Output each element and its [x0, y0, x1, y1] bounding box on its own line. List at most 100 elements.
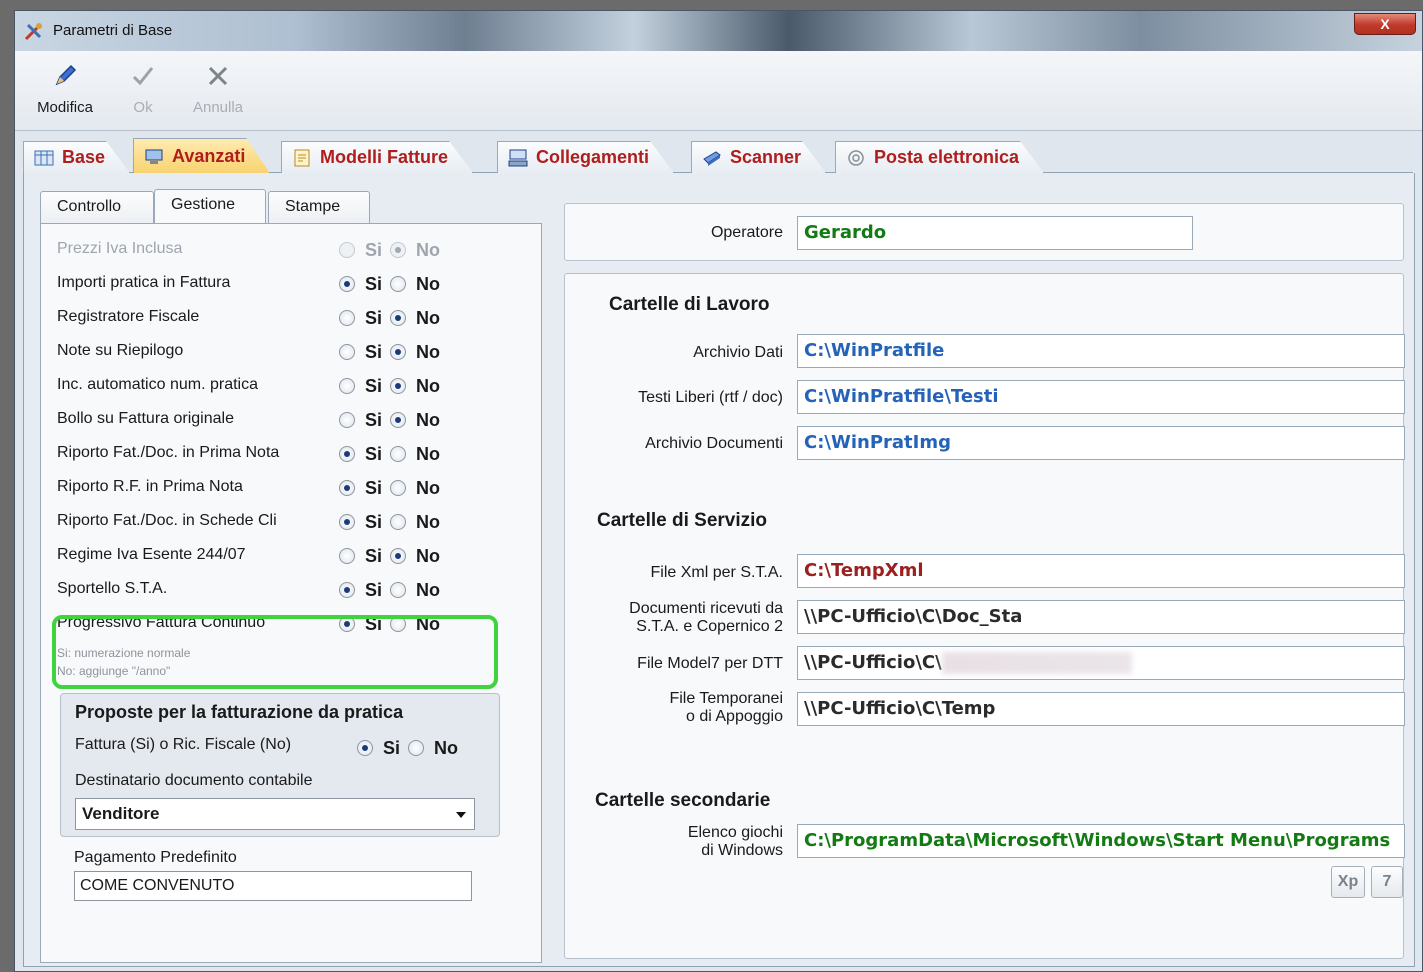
- xml-field[interactable]: C:\TempXml: [797, 554, 1405, 588]
- operatore-panel: Operatore Gerardo: [564, 203, 1404, 261]
- testi-liberi-label: Testi Liberi (rtf / doc): [638, 389, 783, 406]
- option-si-label: Si: [365, 307, 383, 328]
- highlight-frame: [52, 615, 498, 689]
- option-no-radio[interactable]: [390, 276, 407, 292]
- option-label: Riporto Fat./Doc. in Prima Nota: [57, 444, 280, 461]
- ok-label: Ok: [133, 99, 153, 116]
- option-no-radio[interactable]: [390, 412, 407, 428]
- option-si-radio[interactable]: [339, 548, 355, 564]
- operatore-field[interactable]: Gerardo: [797, 216, 1193, 250]
- annulla-button[interactable]: Annulla: [183, 59, 253, 116]
- archivio-documenti-field[interactable]: C:\WinPratImg: [797, 426, 1405, 460]
- option-no-radio[interactable]: [390, 378, 407, 394]
- option-no-radio[interactable]: [390, 548, 407, 564]
- option-si-radio[interactable]: [339, 344, 355, 360]
- option-no-radio[interactable]: [390, 242, 407, 258]
- testi-liberi-field[interactable]: C:\WinPratfile\Testi: [797, 380, 1405, 414]
- temporanei-field[interactable]: \\PC-Ufficio\C\Temp: [797, 692, 1405, 726]
- option-no-label: No: [416, 511, 441, 532]
- destinatario-select[interactable]: Venditore: [75, 798, 475, 830]
- tab-collegamenti[interactable]: Collegamenti: [497, 141, 674, 173]
- win7-button[interactable]: 7: [1371, 866, 1403, 898]
- option-no-label: No: [416, 409, 441, 430]
- option-no-radio[interactable]: [390, 514, 407, 530]
- option-no-radio[interactable]: [390, 310, 407, 326]
- option-no-label: No: [416, 239, 441, 260]
- pagamento-label: Pagamento Predefinito: [74, 849, 237, 866]
- destinatario-value: Venditore: [82, 804, 160, 823]
- option-no-radio[interactable]: [390, 582, 407, 598]
- cartelle-panel: Cartelle di Lavoro Archivio Dati C:\WinP…: [564, 273, 1405, 959]
- tab-base-label: Base: [62, 147, 106, 167]
- tools-icon: [24, 23, 42, 41]
- title-bar: Parametri di Base X: [15, 11, 1422, 51]
- subtab-stampe[interactable]: Stampe: [268, 191, 370, 223]
- subtab-controllo[interactable]: Controllo: [40, 191, 154, 223]
- option-no-label: No: [416, 375, 441, 396]
- option-no-radio[interactable]: [390, 480, 407, 496]
- tab-scanner[interactable]: Scanner: [691, 141, 826, 173]
- option-row: Regime Iva Esente 244/07 Si No: [57, 544, 537, 568]
- option-label: Riporto R.F. in Prima Nota: [57, 478, 243, 495]
- option-no-radio[interactable]: [390, 344, 407, 360]
- tab-avanzati-label: Avanzati: [172, 146, 246, 166]
- document-icon: [292, 149, 312, 167]
- temporanei-label-line2: o di Appoggio: [686, 708, 783, 725]
- tab-avanzati[interactable]: Avanzati: [133, 138, 270, 174]
- tab-modelli-fatture[interactable]: Modelli Fatture: [281, 141, 473, 173]
- option-si-radio[interactable]: [339, 310, 355, 326]
- option-row: Importi pratica in Fattura Si No: [57, 272, 537, 296]
- option-si-label: Si: [365, 409, 383, 430]
- tab-scanner-label: Scanner: [730, 147, 802, 167]
- ricevuti-label-line2: S.T.A. e Copernico 2: [636, 618, 783, 635]
- option-radio-group: Si No: [339, 306, 440, 330]
- giochi-label-line2: di Windows: [701, 842, 783, 859]
- pagamento-input[interactable]: COME CONVENUTO: [74, 871, 472, 901]
- giochi-field[interactable]: C:\ProgramData\Microsoft\Windows\Start M…: [797, 824, 1405, 858]
- option-radio-group: Si No: [339, 272, 440, 296]
- dropdown-arrow-icon: [456, 812, 466, 818]
- fattura-label: Fattura (Si) o Ric. Fiscale (No): [75, 736, 292, 753]
- modifica-label: Modifica: [37, 99, 93, 116]
- temporanei-label-line1: File Temporanei: [669, 690, 783, 707]
- ricevuti-label-line1: Documenti ricevuti da: [629, 600, 783, 617]
- fattura-no-label: No: [434, 737, 459, 758]
- xp-button[interactable]: Xp: [1331, 866, 1365, 898]
- modifica-button[interactable]: Modifica: [29, 59, 101, 116]
- ricevuti-field[interactable]: \\PC-Ufficio\C\Doc_Sta: [797, 600, 1405, 634]
- fattura-si-radio[interactable]: [357, 740, 373, 756]
- option-si-radio[interactable]: [339, 480, 355, 496]
- destinatario-label: Destinatario documento contabile: [75, 772, 313, 789]
- option-si-label: Si: [365, 545, 383, 566]
- option-no-radio[interactable]: [390, 446, 407, 462]
- option-si-radio[interactable]: [339, 276, 355, 292]
- proposte-title: Proposte per la fatturazione da pratica: [75, 702, 404, 722]
- fattura-row: Fattura (Si) o Ric. Fiscale (No) Si No: [75, 736, 495, 762]
- fattura-no-radio[interactable]: [408, 740, 425, 756]
- giochi-label: Elenco giochi di Windows: [575, 824, 783, 860]
- model7-field[interactable]: \\PC-Ufficio\C\: [797, 646, 1405, 680]
- option-si-radio[interactable]: [339, 514, 355, 530]
- option-no-label: No: [416, 477, 441, 498]
- secondarie-title: Cartelle secondarie: [595, 790, 771, 811]
- option-si-radio[interactable]: [339, 378, 355, 394]
- ok-button[interactable]: Ok: [123, 59, 163, 116]
- option-radio-group: Si No: [339, 442, 440, 466]
- tab-base[interactable]: Base: [23, 141, 130, 173]
- tab-posta-elettronica[interactable]: Posta elettronica: [835, 141, 1044, 173]
- option-label: Prezzi Iva Inclusa: [57, 240, 183, 257]
- option-si-radio[interactable]: [339, 412, 355, 428]
- option-si-radio[interactable]: [339, 242, 355, 258]
- archivio-dati-field[interactable]: C:\WinPratfile: [797, 334, 1405, 368]
- tab-content: Controllo Gestione Stampe Prezzi Iva Inc…: [23, 173, 1415, 967]
- fattura-si-label: Si: [383, 737, 401, 758]
- close-button[interactable]: X: [1354, 13, 1416, 35]
- option-si-label: Si: [365, 375, 383, 396]
- option-si-radio[interactable]: [339, 582, 355, 598]
- option-radio-group: Si No: [339, 578, 440, 602]
- option-si-label: Si: [365, 477, 383, 498]
- option-si-radio[interactable]: [339, 446, 355, 462]
- option-no-label: No: [416, 579, 441, 600]
- subtab-gestione[interactable]: Gestione: [154, 189, 266, 223]
- option-no-label: No: [416, 273, 441, 294]
